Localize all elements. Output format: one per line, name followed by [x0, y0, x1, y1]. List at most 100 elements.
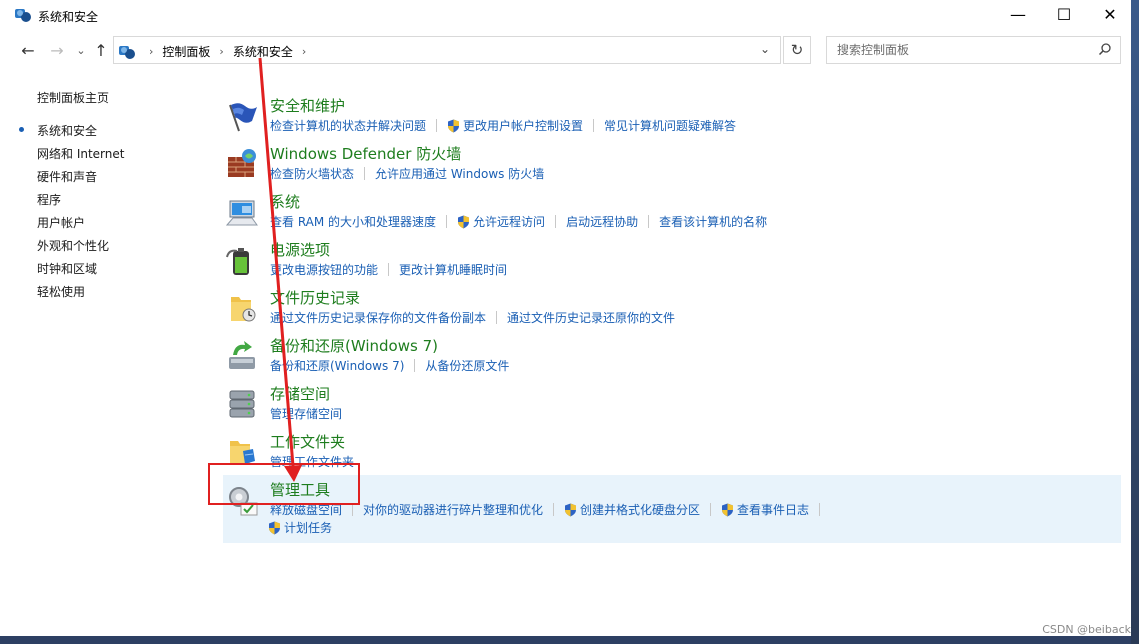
minimize-button[interactable]: —: [995, 0, 1041, 30]
link-divider: [553, 503, 555, 516]
category-links: 更改电源按钮的功能 更改计算机睡眠时间: [270, 261, 507, 278]
annotation-highlight-box: [208, 463, 360, 505]
uac-shield-icon: [565, 503, 577, 516]
control-panel-icon: [119, 45, 135, 59]
sidebar-item-programs[interactable]: 程序: [37, 191, 61, 208]
breadcrumb: › 控制面板 › 系统和安全 ›: [118, 43, 315, 60]
link-check-firewall[interactable]: 检查防火墙状态: [270, 165, 354, 182]
link-divider: [388, 263, 390, 276]
category-title[interactable]: 存储空间: [270, 383, 330, 404]
uac-shield-icon: [722, 503, 734, 516]
category-system: 系统 查看 RAM 的大小和处理器速度 允许远程访问 启动远程协助 查看该计算机…: [223, 187, 1121, 235]
category-title[interactable]: 电源选项: [270, 239, 330, 260]
current-item-bullet-icon: [19, 127, 24, 132]
breadcrumb-chevron-icon: ›: [301, 45, 307, 58]
up-button[interactable]: ↑: [90, 40, 112, 62]
sidebar-item-network-internet[interactable]: 网络和 Internet: [37, 145, 124, 162]
link-divider: [555, 215, 557, 228]
link-check-status[interactable]: 检查计算机的状态并解决问题: [270, 117, 426, 134]
uac-shield-icon: [448, 119, 460, 132]
category-storage-spaces: 存储空间 管理存储空间: [223, 379, 1121, 427]
search-box[interactable]: [826, 36, 1121, 64]
link-computer-name[interactable]: 查看该计算机的名称: [659, 213, 767, 230]
category-title[interactable]: 系统: [270, 191, 300, 212]
link-troubleshoot[interactable]: 常见计算机问题疑难解答: [604, 117, 736, 134]
link-divider: [364, 167, 366, 180]
title-bar: 系统和安全 — ☐ ✕: [0, 0, 1139, 30]
sidebar-item-system-security[interactable]: 系统和安全: [37, 122, 97, 139]
category-firewall: Windows Defender 防火墙 检查防火墙状态 允许应用通过 Wind…: [223, 139, 1121, 187]
uac-shield-icon: [269, 521, 280, 534]
breadcrumb-chevron-icon: ›: [219, 45, 224, 58]
link-divider: [496, 311, 498, 324]
link-schedule-tasks[interactable]: 计划任务: [284, 519, 332, 536]
link-view-event-logs[interactable]: 查看事件日志: [737, 501, 809, 518]
desktop-background-edge: [1131, 0, 1139, 644]
link-power-button[interactable]: 更改电源按钮的功能: [270, 261, 378, 278]
close-button[interactable]: ✕: [1087, 0, 1133, 30]
search-icon[interactable]: [1098, 42, 1112, 56]
link-divider: [710, 503, 712, 516]
computer-icon: [225, 200, 258, 226]
battery-plug-icon: [226, 248, 249, 275]
category-links: 管理存储空间: [270, 405, 342, 422]
link-remote-access[interactable]: 允许远程访问: [473, 213, 545, 230]
link-divider: [593, 119, 595, 132]
category-title[interactable]: 安全和维护: [270, 95, 345, 116]
link-allow-app-firewall[interactable]: 允许应用通过 Windows 防火墙: [375, 165, 544, 182]
category-security-maintenance: 安全和维护 检查计算机的状态并解决问题 更改用户帐户控制设置 常见计算机问题疑难…: [223, 91, 1121, 139]
watermark: CSDN @beiback: [1042, 623, 1131, 636]
link-backup-files-history[interactable]: 通过文件历史记录保存你的文件备份副本: [270, 309, 486, 326]
sidebar-item-control-panel-home[interactable]: 控制面板主页: [37, 89, 109, 106]
category-backup-restore: 备份和还原(Windows 7) 备份和还原(Windows 7) 从备份还原文…: [223, 331, 1121, 379]
sidebar-item-user-accounts[interactable]: 用户帐户: [37, 214, 85, 231]
search-input[interactable]: [835, 42, 1089, 58]
firewall-icon: [228, 149, 256, 177]
link-restore-from-backup[interactable]: 从备份还原文件: [425, 357, 509, 374]
back-button[interactable]: ←: [17, 40, 39, 62]
sidebar-item-ease-of-access[interactable]: 轻松使用: [37, 283, 85, 300]
recent-locations-button[interactable]: ⌄: [70, 40, 92, 62]
category-links: 检查防火墙状态 允许应用通过 Windows 防火墙: [270, 165, 544, 182]
breadcrumb-item-system-security[interactable]: 系统和安全: [233, 43, 293, 60]
link-remote-assistance[interactable]: 启动远程协助: [566, 213, 638, 230]
link-defragment-drives[interactable]: 对你的驱动器进行碎片整理和优化: [363, 501, 543, 518]
category-title[interactable]: 备份和还原(Windows 7): [270, 335, 438, 356]
window-title: 系统和安全: [38, 10, 99, 24]
storage-disks-icon: [229, 390, 255, 418]
link-restore-files-history[interactable]: 通过文件历史记录还原你的文件: [507, 309, 675, 326]
address-dropdown-chevron-icon[interactable]: ⌄: [760, 42, 770, 56]
sidebar-item-appearance[interactable]: 外观和个性化: [37, 237, 109, 254]
category-title[interactable]: Windows Defender 防火墙: [270, 143, 461, 164]
category-file-history: 文件历史记录 通过文件历史记录保存你的文件备份副本 通过文件历史记录还原你的文件: [223, 283, 1121, 331]
link-create-format-partitions[interactable]: 创建并格式化硬盘分区: [580, 501, 700, 518]
category-links-second-row: 计划任务: [268, 519, 332, 536]
flag-icon: [229, 103, 257, 132]
link-divider: [414, 359, 416, 372]
link-divider: [648, 215, 650, 228]
address-bar[interactable]: › 控制面板 › 系统和安全 › ⌄: [113, 36, 781, 64]
control-panel-icon: [15, 9, 31, 22]
link-view-ram-cpu[interactable]: 查看 RAM 的大小和处理器速度: [270, 213, 436, 230]
breadcrumb-chevron-icon: ›: [149, 45, 154, 58]
forward-button[interactable]: →: [46, 40, 68, 62]
category-links: 备份和还原(Windows 7) 从备份还原文件: [270, 357, 509, 374]
sidebar-item-hardware-sound[interactable]: 硬件和声音: [37, 168, 97, 185]
link-uac-settings[interactable]: 更改用户帐户控制设置: [463, 117, 583, 134]
maximize-button[interactable]: ☐: [1041, 0, 1087, 30]
link-divider: [436, 119, 438, 132]
sidebar-item-clock-region[interactable]: 时钟和区域: [37, 260, 97, 277]
category-title[interactable]: 工作文件夹: [270, 431, 345, 452]
category-power-options: 电源选项 更改电源按钮的功能 更改计算机睡眠时间: [223, 235, 1121, 283]
category-title[interactable]: 文件历史记录: [270, 287, 360, 308]
link-manage-storage[interactable]: 管理存储空间: [270, 405, 342, 422]
uac-shield-icon: [458, 215, 470, 228]
backup-restore-icon: [229, 341, 255, 369]
desktop-background-strip: [0, 636, 1139, 644]
refresh-button[interactable]: ↻: [783, 36, 811, 64]
breadcrumb-item-control-panel[interactable]: 控制面板: [162, 43, 210, 60]
category-links: 通过文件历史记录保存你的文件备份副本 通过文件历史记录还原你的文件: [270, 309, 675, 326]
link-backup-restore-win7[interactable]: 备份和还原(Windows 7): [270, 357, 404, 374]
link-sleep-time[interactable]: 更改计算机睡眠时间: [399, 261, 507, 278]
link-divider: [446, 215, 448, 228]
